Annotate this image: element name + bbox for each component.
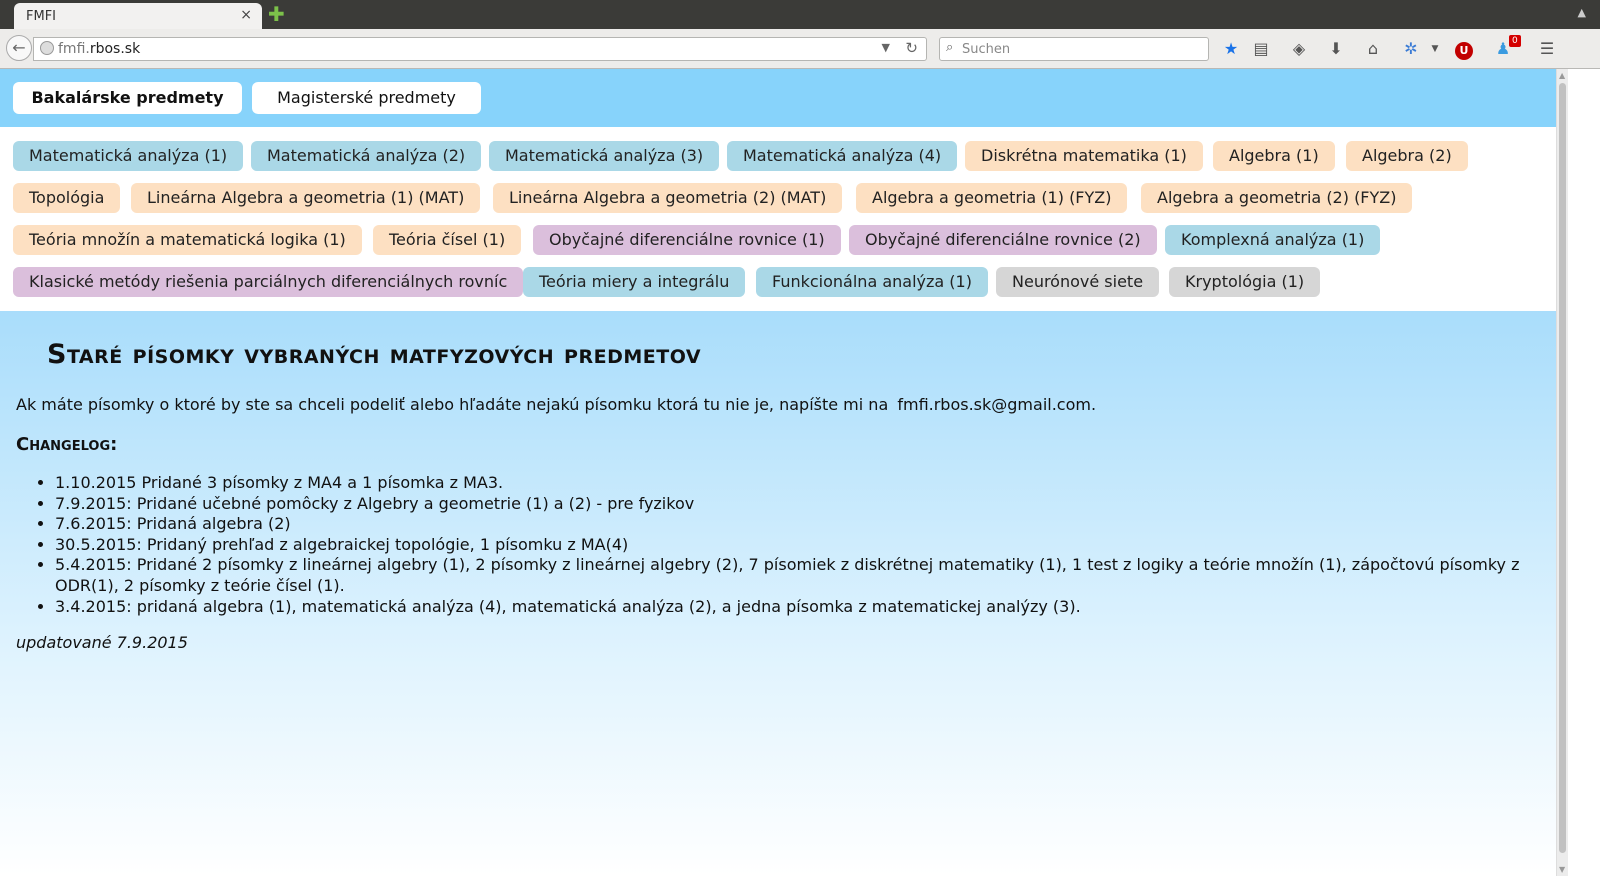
ublock-icon[interactable]: U [1453, 38, 1475, 60]
course-button[interactable]: Algebra a geometria (1) (FYZ) [856, 183, 1128, 213]
notification-count-badge: 0 [1509, 35, 1521, 47]
course-button[interactable]: Neurónové siete [996, 267, 1160, 297]
intro-text: Ak máte písomky o ktoré by ste sa chceli… [16, 395, 1097, 414]
changelog-item: 30.5.2015: Pridaný prehľad z algebraicke… [55, 535, 1556, 556]
email-link[interactable]: fmfi.rbos.sk@gmail.com [897, 395, 1091, 414]
changelog-item: 7.6.2015: Pridaná algebra (2) [55, 514, 1556, 535]
home-icon[interactable]: ⌂ [1362, 38, 1384, 60]
hamburger-menu-icon[interactable]: ☰ [1536, 38, 1558, 60]
page-title: Staré písomky vybraných matfyzových pred… [47, 339, 702, 370]
scrollbar-thumb[interactable] [1559, 83, 1566, 853]
course-button[interactable]: Algebra (2) [1346, 141, 1468, 171]
window-margin [1568, 69, 1600, 876]
window-menu-icon[interactable]: ▲ [1578, 6, 1586, 19]
course-button[interactable]: Funkcionálna analýza (1) [756, 267, 988, 297]
search-icon: ⌕ [946, 40, 954, 55]
course-button[interactable]: Komplexná analýza (1) [1165, 225, 1381, 255]
changelog-item: 7.9.2015: Pridané učebné pomôcky z Algeb… [55, 494, 1556, 515]
tab-title: FMFI [26, 9, 57, 24]
url-dropdown-icon[interactable]: ▼ [882, 41, 890, 54]
course-button[interactable]: Topológia [13, 183, 121, 213]
course-button[interactable]: Obyčajné diferenciálne rovnice (2) [849, 225, 1157, 255]
changelog-item: 1.10.2015 Pridané 3 písomky z MA4 a 1 pí… [55, 473, 1556, 494]
course-button[interactable]: Matematická analýza (2) [251, 141, 482, 171]
scroll-up-icon[interactable]: ▲ [1559, 71, 1565, 80]
new-tab-icon[interactable]: ✚ [268, 4, 285, 24]
tab-bachelor[interactable]: Bakalárske predmety [13, 82, 242, 114]
browser-tab[interactable]: FMFI × [14, 3, 262, 29]
course-button[interactable]: Algebra (1) [1213, 141, 1335, 171]
course-button[interactable]: Lineárna Algebra a geometria (2) (MAT) [493, 183, 843, 213]
bookmark-star-icon[interactable]: ★ [1220, 38, 1242, 60]
course-button[interactable]: Matematická analýza (4) [727, 141, 958, 171]
course-button[interactable]: Kryptológia (1) [1169, 267, 1321, 297]
browser-titlebar: FMFI × ✚ ▲ [0, 0, 1600, 29]
extension-dropdown-icon[interactable]: ▼ [1424, 38, 1446, 60]
vertical-scrollbar[interactable]: ▲ ▼ [1556, 69, 1568, 876]
course-button[interactable]: Obyčajné diferenciálne rovnice (1) [533, 225, 841, 255]
changelog-item: 3.4.2015: pridaná algebra (1), matematic… [55, 597, 1556, 618]
url-bar[interactable]: fmfi.rbos.sk ▼ ↻ [33, 37, 927, 61]
updated-date: updatované 7.9.2015 [16, 633, 188, 652]
course-button[interactable]: Matematická analýza (3) [489, 141, 720, 171]
back-arrow-icon[interactable]: ← [6, 35, 32, 61]
course-button[interactable]: Teória množín a matematická logika (1) [13, 225, 362, 255]
changelog-item: 5.4.2015: Pridané 2 písomky z lineárnej … [55, 555, 1556, 596]
course-button[interactable]: Diskrétna matematika (1) [965, 141, 1203, 171]
changelog-list: 1.10.2015 Pridané 3 písomky z MA4 a 1 pí… [16, 473, 1556, 617]
extension-icon[interactable]: ✲ [1400, 38, 1422, 60]
search-input[interactable] [962, 40, 1202, 58]
tab-master[interactable]: Magisterské predmety [252, 82, 481, 114]
globe-icon [40, 41, 54, 55]
download-icon[interactable]: ⬇ [1325, 38, 1347, 60]
course-button[interactable]: Lineárna Algebra a geometria (1) (MAT) [131, 183, 481, 213]
course-button[interactable]: Algebra a geometria (2) (FYZ) [1141, 183, 1413, 213]
reload-icon[interactable]: ↻ [905, 39, 918, 57]
page-viewport: Bakalárske predmety Magisterské predmety… [0, 69, 1556, 876]
scroll-down-icon[interactable]: ▼ [1559, 865, 1565, 874]
course-button[interactable]: Teória miery a integrálu [523, 267, 746, 297]
tab-close-icon[interactable]: × [240, 7, 252, 23]
search-bar[interactable]: ⌕ [939, 37, 1209, 61]
level-tabs: Bakalárske predmety Magisterské predmety [0, 69, 1556, 127]
course-list: Matematická analýza (1) Matematická anal… [0, 127, 1556, 311]
reading-list-icon[interactable]: ▤ [1250, 38, 1272, 60]
course-button[interactable]: Klasické metódy riešenia parciálnych dif… [13, 267, 524, 297]
course-button[interactable]: Teória čísel (1) [373, 225, 522, 255]
main-content: Staré písomky vybraných matfyzových pred… [0, 311, 1556, 876]
pocket-icon[interactable]: ◈ [1288, 38, 1310, 60]
browser-toolbar: ← fmfi.rbos.sk ▼ ↻ ⌕ ★ ▤ ◈ ⬇ ⌂ ✲ ▼ U ♟ 0… [0, 29, 1600, 69]
changelog-heading: Changelog: [16, 434, 118, 455]
course-button[interactable]: Matematická analýza (1) [13, 141, 244, 171]
url-text[interactable]: fmfi.rbos.sk [58, 41, 140, 57]
